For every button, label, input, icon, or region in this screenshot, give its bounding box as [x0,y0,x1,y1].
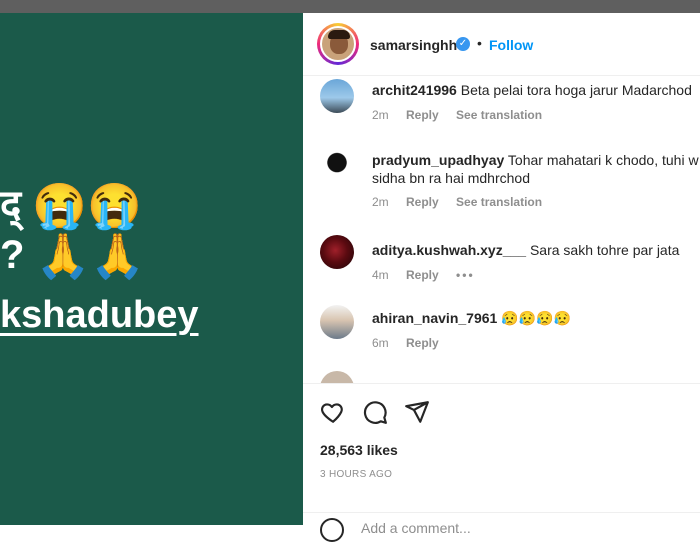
comment-text: Sara sakh tohre par jata [529,242,680,258]
comment-username[interactable]: ahiran_navin_7961 [372,310,497,326]
comment-time: 4m [372,268,389,282]
comment-text: Beta pelai tora hoga jarur Madarchod [460,82,692,98]
comment-text: 😥😥😥😥 [501,310,571,326]
comment-username[interactable]: aditya.kushwah.xyz___ [372,242,526,258]
comment-time: 2m [372,108,389,122]
see-translation-link[interactable]: See translation [456,195,542,209]
post-header: samarsinghh ✓ • Follow [303,13,700,76]
media-text-2: ? [0,233,25,277]
media-mention: kshadubey [0,294,199,336]
media-text-1: द् [0,183,22,227]
comment-username[interactable]: archit241996 [372,82,457,98]
add-comment-input[interactable]: Add a comment... [361,520,471,536]
folded-hands-emoji: 🙏🙏 [35,232,146,282]
reply-button[interactable]: Reply [406,268,439,282]
post-side-panel: samarsinghh ✓ • Follow archit241996 Beta… [303,13,700,542]
comment-time: 2m [372,195,389,209]
reply-button[interactable]: Reply [406,195,439,209]
heart-icon[interactable] [320,399,346,425]
follow-button[interactable]: Follow [489,37,533,53]
share-icon[interactable] [404,399,430,425]
add-comment-bar: Add a comment... [303,512,700,542]
more-options-icon[interactable]: ••• [456,268,475,282]
media-text-line-2: ? 🙏🙏 [0,233,145,279]
media-text-line-1: द् 😭😭 [0,175,142,230]
commenter-avatar[interactable] [320,79,354,113]
reply-button[interactable]: Reply [406,336,439,350]
avatar-image [320,26,356,62]
commenter-avatar[interactable] [320,235,354,269]
comments-list[interactable]: archit241996 Beta pelai tora hoga jarur … [303,77,700,383]
post-media: द् 😭😭 ? 🙏🙏 kshadubey [0,13,303,525]
see-translation-link[interactable]: See translation [456,108,542,122]
comment-time: 6m [372,336,389,350]
reply-button[interactable]: Reply [406,108,439,122]
username-link[interactable]: samarsinghh [370,37,457,53]
crying-emoji: 😭😭 [32,182,142,232]
commenter-avatar[interactable] [320,149,354,183]
separator-dot: • [477,35,482,51]
browser-top-bar [0,0,700,13]
comment-username[interactable]: pradyum_upadhyay [372,152,504,168]
comment-icon[interactable] [362,399,388,425]
likes-count[interactable]: 28,563 likes [320,442,398,458]
avatar-hair [328,30,350,39]
profile-avatar[interactable] [317,23,359,65]
post-time: 3 HOURS AGO [320,469,393,480]
verified-badge-icon: ✓ [456,37,470,51]
commenter-avatar[interactable] [320,305,354,339]
commenter-avatar[interactable] [320,371,354,383]
emoji-picker-icon[interactable] [320,518,344,542]
post-actions: 28,563 likes 3 HOURS AGO Add a comment..… [303,383,700,542]
